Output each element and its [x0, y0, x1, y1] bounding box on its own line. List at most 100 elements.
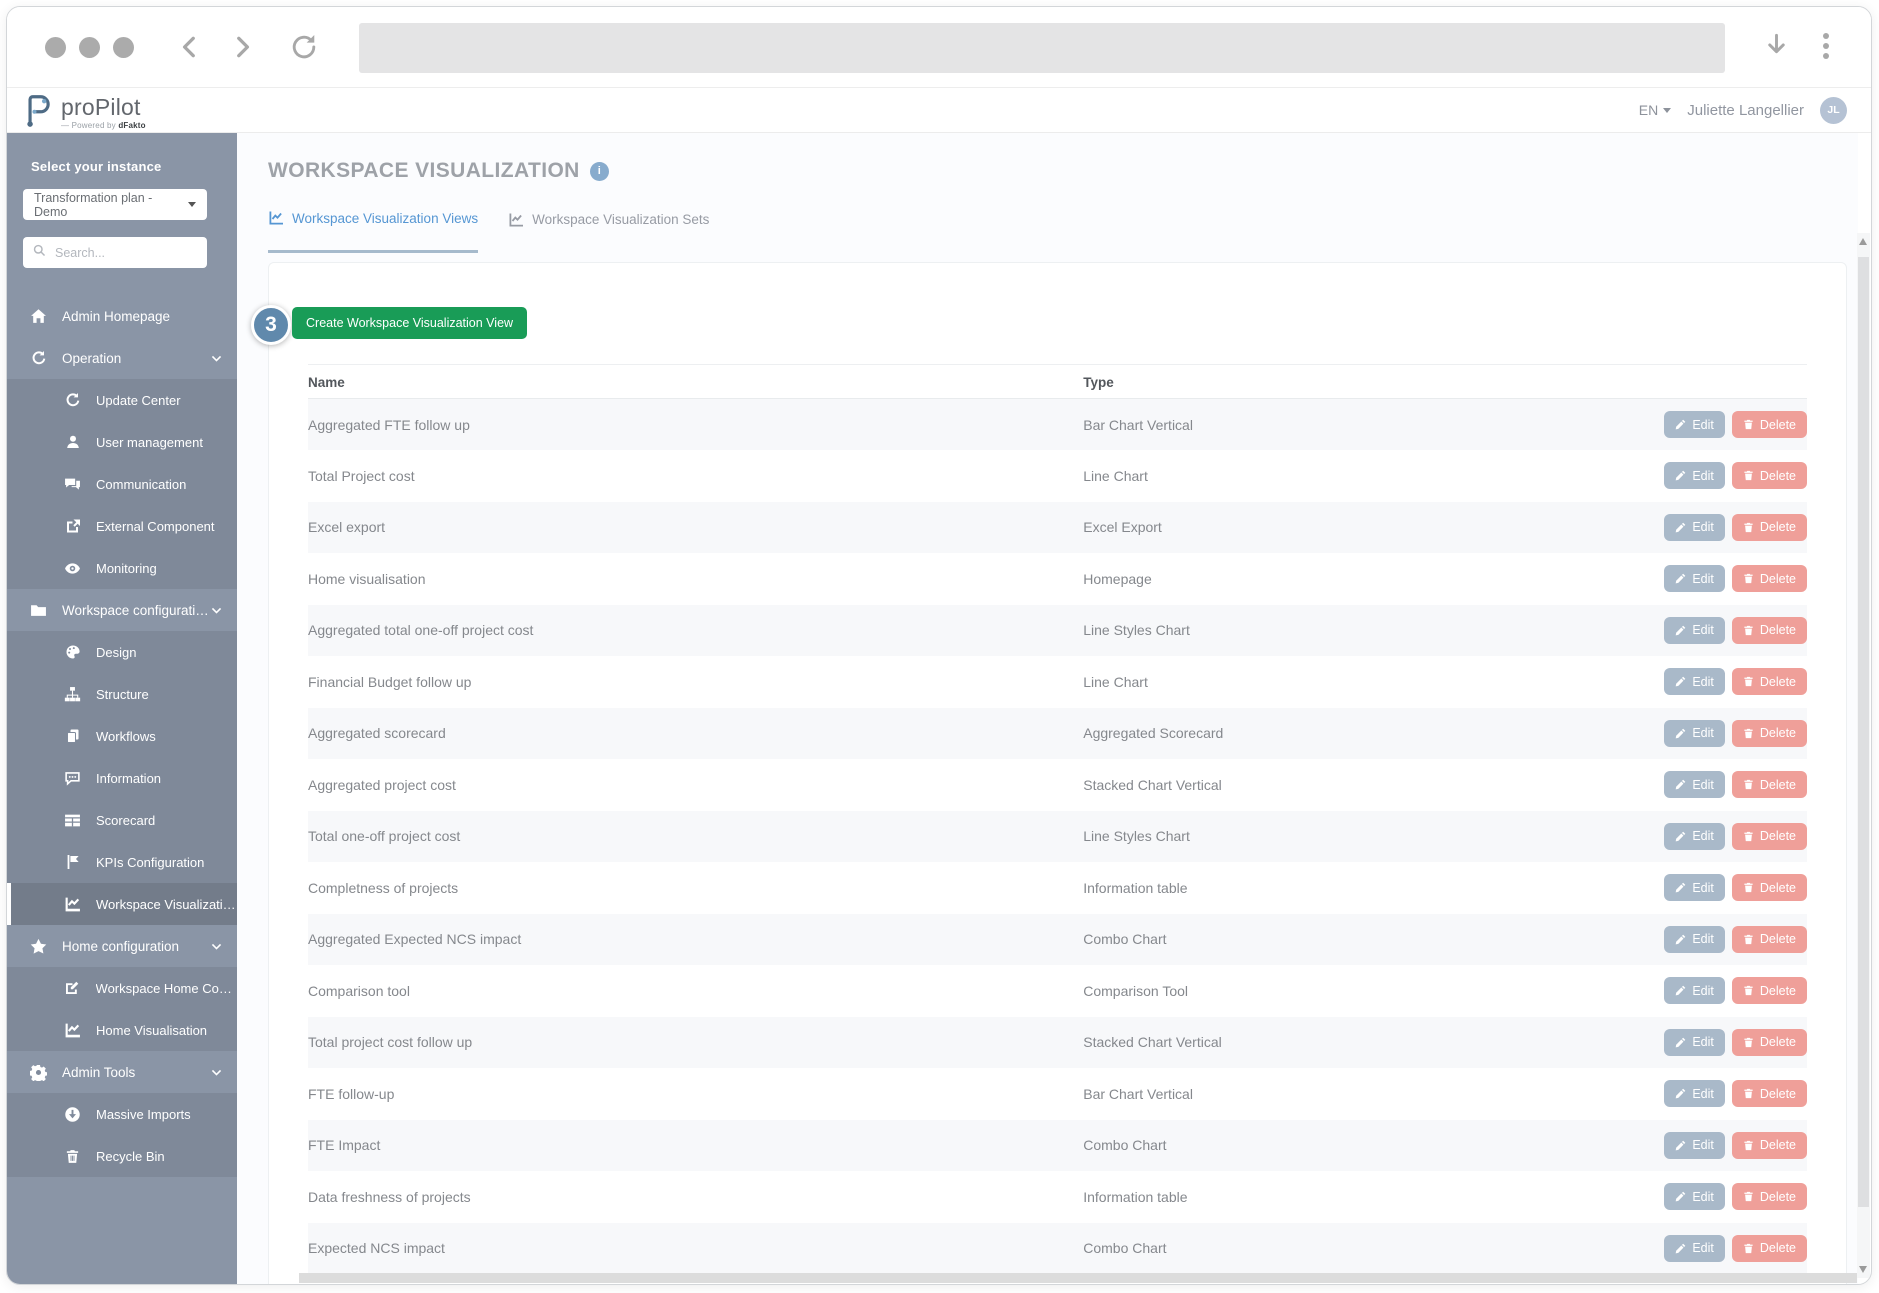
instance-label: Select your instance	[31, 159, 162, 174]
edit-button[interactable]: Edit	[1664, 1183, 1725, 1211]
delete-button[interactable]: Delete	[1731, 1234, 1807, 1262]
tab-workspace-visualization-sets[interactable]: Workspace Visualization Sets	[508, 210, 709, 253]
delete-button[interactable]: Delete	[1731, 668, 1807, 696]
row-name: Aggregated Expected NCS impact	[308, 931, 522, 948]
address-bar[interactable]	[359, 23, 1725, 73]
sidebar-item-structure[interactable]: Structure	[7, 673, 237, 715]
sidebar-item-operation[interactable]: Operation	[7, 337, 237, 379]
pencil-icon	[1675, 1037, 1686, 1048]
row-name: Total project cost follow up	[308, 1034, 473, 1051]
delete-button[interactable]: Delete	[1731, 513, 1807, 541]
delete-button[interactable]: Delete	[1731, 719, 1807, 747]
tab-workspace-visualization-views[interactable]: Workspace Visualization Views	[268, 210, 479, 253]
sidebar-item-admin-homepage[interactable]: Admin Homepage	[7, 295, 237, 337]
delete-button[interactable]: Delete	[1731, 925, 1807, 953]
sidebar-item-monitoring[interactable]: Monitoring	[7, 547, 237, 589]
sidebar-item-recycle-bin[interactable]: Recycle Bin	[7, 1135, 237, 1177]
edit-button[interactable]: Edit	[1664, 462, 1725, 490]
delete-button[interactable]: Delete	[1731, 411, 1807, 438]
sidebar-item-massive-imports[interactable]: Massive Imports	[7, 1093, 237, 1135]
scrollbar-thumb[interactable]	[1858, 257, 1869, 1207]
sidebar-item-admin-tools[interactable]: Admin Tools	[7, 1051, 237, 1093]
pencil-icon	[1675, 573, 1686, 584]
delete-button[interactable]: Delete	[1731, 462, 1807, 490]
sidebar-item-user-management[interactable]: User management	[7, 421, 237, 463]
edit-button[interactable]: Edit	[1664, 822, 1725, 850]
delete-button[interactable]: Delete	[1731, 565, 1807, 593]
delete-button[interactable]: Delete	[1731, 1080, 1807, 1108]
edit-button[interactable]: Edit	[1664, 513, 1725, 541]
row-type: Excel Export	[1083, 519, 1162, 536]
edit-button[interactable]: Edit	[1664, 668, 1725, 696]
edit-button[interactable]: Edit	[1664, 1028, 1725, 1056]
sidebar-item-workspace-home-conf[interactable]: Workspace Home Conf...	[7, 967, 237, 1009]
edit-button[interactable]: Edit	[1664, 925, 1725, 953]
row-actions: Edit Delete	[1664, 965, 1807, 1017]
sidebar-item-home-configuration[interactable]: Home configuration	[7, 925, 237, 967]
user-area: EN Juliette Langellier JL	[1639, 88, 1847, 132]
browser-menu-icon[interactable]	[1823, 33, 1829, 59]
back-icon[interactable]	[177, 34, 203, 65]
horizontal-scrollbar[interactable]	[299, 1273, 1857, 1283]
sidebar-item-information[interactable]: Information	[7, 757, 237, 799]
delete-button[interactable]: Delete	[1731, 977, 1807, 1005]
sidebar-item-design[interactable]: Design	[7, 631, 237, 673]
sidebar-item-communication[interactable]: Communication	[7, 463, 237, 505]
row-actions: Edit Delete	[1664, 1017, 1807, 1069]
avatar[interactable]: JL	[1820, 96, 1847, 124]
sidebar-item-update-center[interactable]: Update Center	[7, 379, 237, 421]
edit-button[interactable]: Edit	[1664, 874, 1725, 902]
pencil-icon	[1675, 1191, 1686, 1202]
edit-button[interactable]: Edit	[1664, 977, 1725, 1005]
delete-button[interactable]: Delete	[1731, 1131, 1807, 1159]
sidebar-item-external-component[interactable]: External Component	[7, 505, 237, 547]
search-input[interactable]	[53, 244, 197, 261]
forward-icon[interactable]	[229, 34, 255, 65]
chevron-down-icon	[210, 1066, 223, 1079]
sidebar-item-label: Home Visualisation	[96, 1022, 208, 1038]
edit-button[interactable]: Edit	[1664, 771, 1725, 799]
edit-button[interactable]: Edit	[1664, 1131, 1725, 1159]
create-workspace-visualization-view-button[interactable]: Create Workspace Visualization View	[292, 307, 528, 339]
row-type: Information table	[1083, 1188, 1188, 1205]
delete-button[interactable]: Delete	[1731, 822, 1807, 850]
vertical-scrollbar[interactable]	[1857, 233, 1870, 1278]
sidebar-item-label: Monitoring	[96, 560, 157, 576]
sidebar-item-workflows[interactable]: Workflows	[7, 715, 237, 757]
delete-button[interactable]: Delete	[1731, 1183, 1807, 1211]
sidebar-item-kpis-configuration[interactable]: KPIs Configuration	[7, 841, 237, 883]
edit-button[interactable]: Edit	[1664, 616, 1725, 644]
sidebar-item-label: Workspace Home Conf...	[95, 980, 237, 996]
edit-button[interactable]: Edit	[1664, 1080, 1725, 1108]
delete-button[interactable]: Delete	[1731, 616, 1807, 644]
sidebar-item-workspace-visualization[interactable]: Workspace Visualization	[7, 883, 237, 925]
delete-button[interactable]: Delete	[1731, 771, 1807, 799]
delete-button[interactable]: Delete	[1731, 1028, 1807, 1056]
info-icon[interactable]: i	[589, 161, 609, 181]
delete-button[interactable]: Delete	[1731, 874, 1807, 902]
trash-icon	[1743, 1088, 1754, 1099]
chevron-down-icon	[188, 202, 196, 207]
scroll-down-icon[interactable]	[1859, 1266, 1867, 1273]
download-icon[interactable]	[1763, 32, 1790, 64]
refresh-icon[interactable]	[289, 32, 319, 67]
trash-icon	[1743, 1140, 1754, 1151]
sidebar-item-scorecard[interactable]: Scorecard	[7, 799, 237, 841]
row-actions: Edit Delete	[1664, 502, 1807, 554]
scroll-up-icon[interactable]	[1859, 238, 1867, 245]
row-type: Comparison Tool	[1083, 982, 1189, 999]
user-icon	[63, 434, 82, 450]
sidebar-item-workspace-configuration[interactable]: Workspace configuration	[7, 589, 237, 631]
edit-button[interactable]: Edit	[1664, 1234, 1725, 1262]
edit-button[interactable]: Edit	[1664, 411, 1725, 438]
sidebar-item-label: Communication	[96, 476, 187, 492]
language-selector[interactable]: EN	[1639, 102, 1672, 118]
sidebar-item-home-visualisation[interactable]: Home Visualisation	[7, 1009, 237, 1051]
edit-button[interactable]: Edit	[1664, 565, 1725, 593]
window-dot-icon	[113, 37, 134, 58]
pencil-icon	[1675, 1140, 1686, 1151]
trash-icon	[1743, 1191, 1754, 1202]
instance-select[interactable]: Transformation plan - Demo	[23, 189, 207, 220]
row-name: Completness of projects	[308, 879, 459, 896]
edit-button[interactable]: Edit	[1664, 719, 1725, 747]
